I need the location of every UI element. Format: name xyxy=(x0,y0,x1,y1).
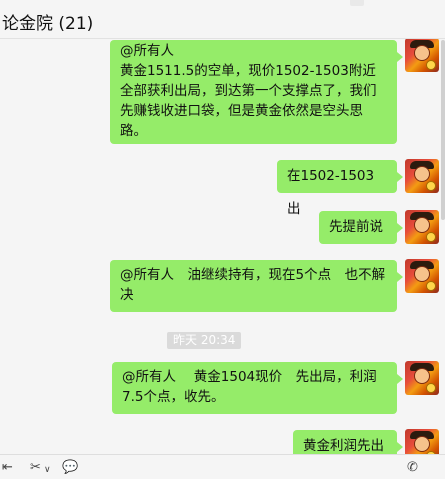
message-bubble[interactable]: 先提前说 xyxy=(319,211,403,244)
avatar[interactable] xyxy=(405,429,439,454)
chat-title: 论金院 (21) xyxy=(2,14,94,34)
chevron-down-icon[interactable]: ∨ xyxy=(44,463,51,477)
message-bubble[interactable]: 黄金利润先出 xyxy=(293,430,403,454)
phone-icon[interactable]: ✆ xyxy=(407,461,418,475)
input-toolbar: ⇤ ✂ ∨ 💬 ✆ xyxy=(0,454,445,479)
avatar[interactable] xyxy=(405,210,439,244)
avatar[interactable] xyxy=(405,159,439,193)
timestamp-label: 昨天 20:34 xyxy=(167,332,242,349)
message-list[interactable]: @所有人 黄金1511.5的空单，现价1502-1503附近全部获利出局，到达第… xyxy=(0,38,445,454)
message-bubble[interactable]: @所有人 油继续持有，现在5个点 也不解决 xyxy=(110,260,403,312)
avatar[interactable] xyxy=(405,38,439,72)
scissors-icon[interactable]: ✂ xyxy=(30,461,41,475)
scrollbar[interactable] xyxy=(441,40,445,220)
header-more-button[interactable] xyxy=(350,0,364,6)
message-bubble[interactable]: @所有人 黄金1504现价 先出局，利润7.5个点，收先。 xyxy=(112,362,403,414)
message-bubble[interactable]: @所有人 黄金1511.5的空单，现价1502-1503附近全部获利出局，到达第… xyxy=(110,40,403,144)
avatar[interactable] xyxy=(405,361,439,395)
message-bubble[interactable]: 在1502-1503出 xyxy=(277,160,403,217)
avatar[interactable] xyxy=(405,259,439,293)
chat-bubble-icon[interactable]: 💬 xyxy=(62,461,78,475)
share-icon[interactable]: ⇤ xyxy=(2,461,13,475)
chat-header: 论金院 (21) xyxy=(0,0,445,39)
